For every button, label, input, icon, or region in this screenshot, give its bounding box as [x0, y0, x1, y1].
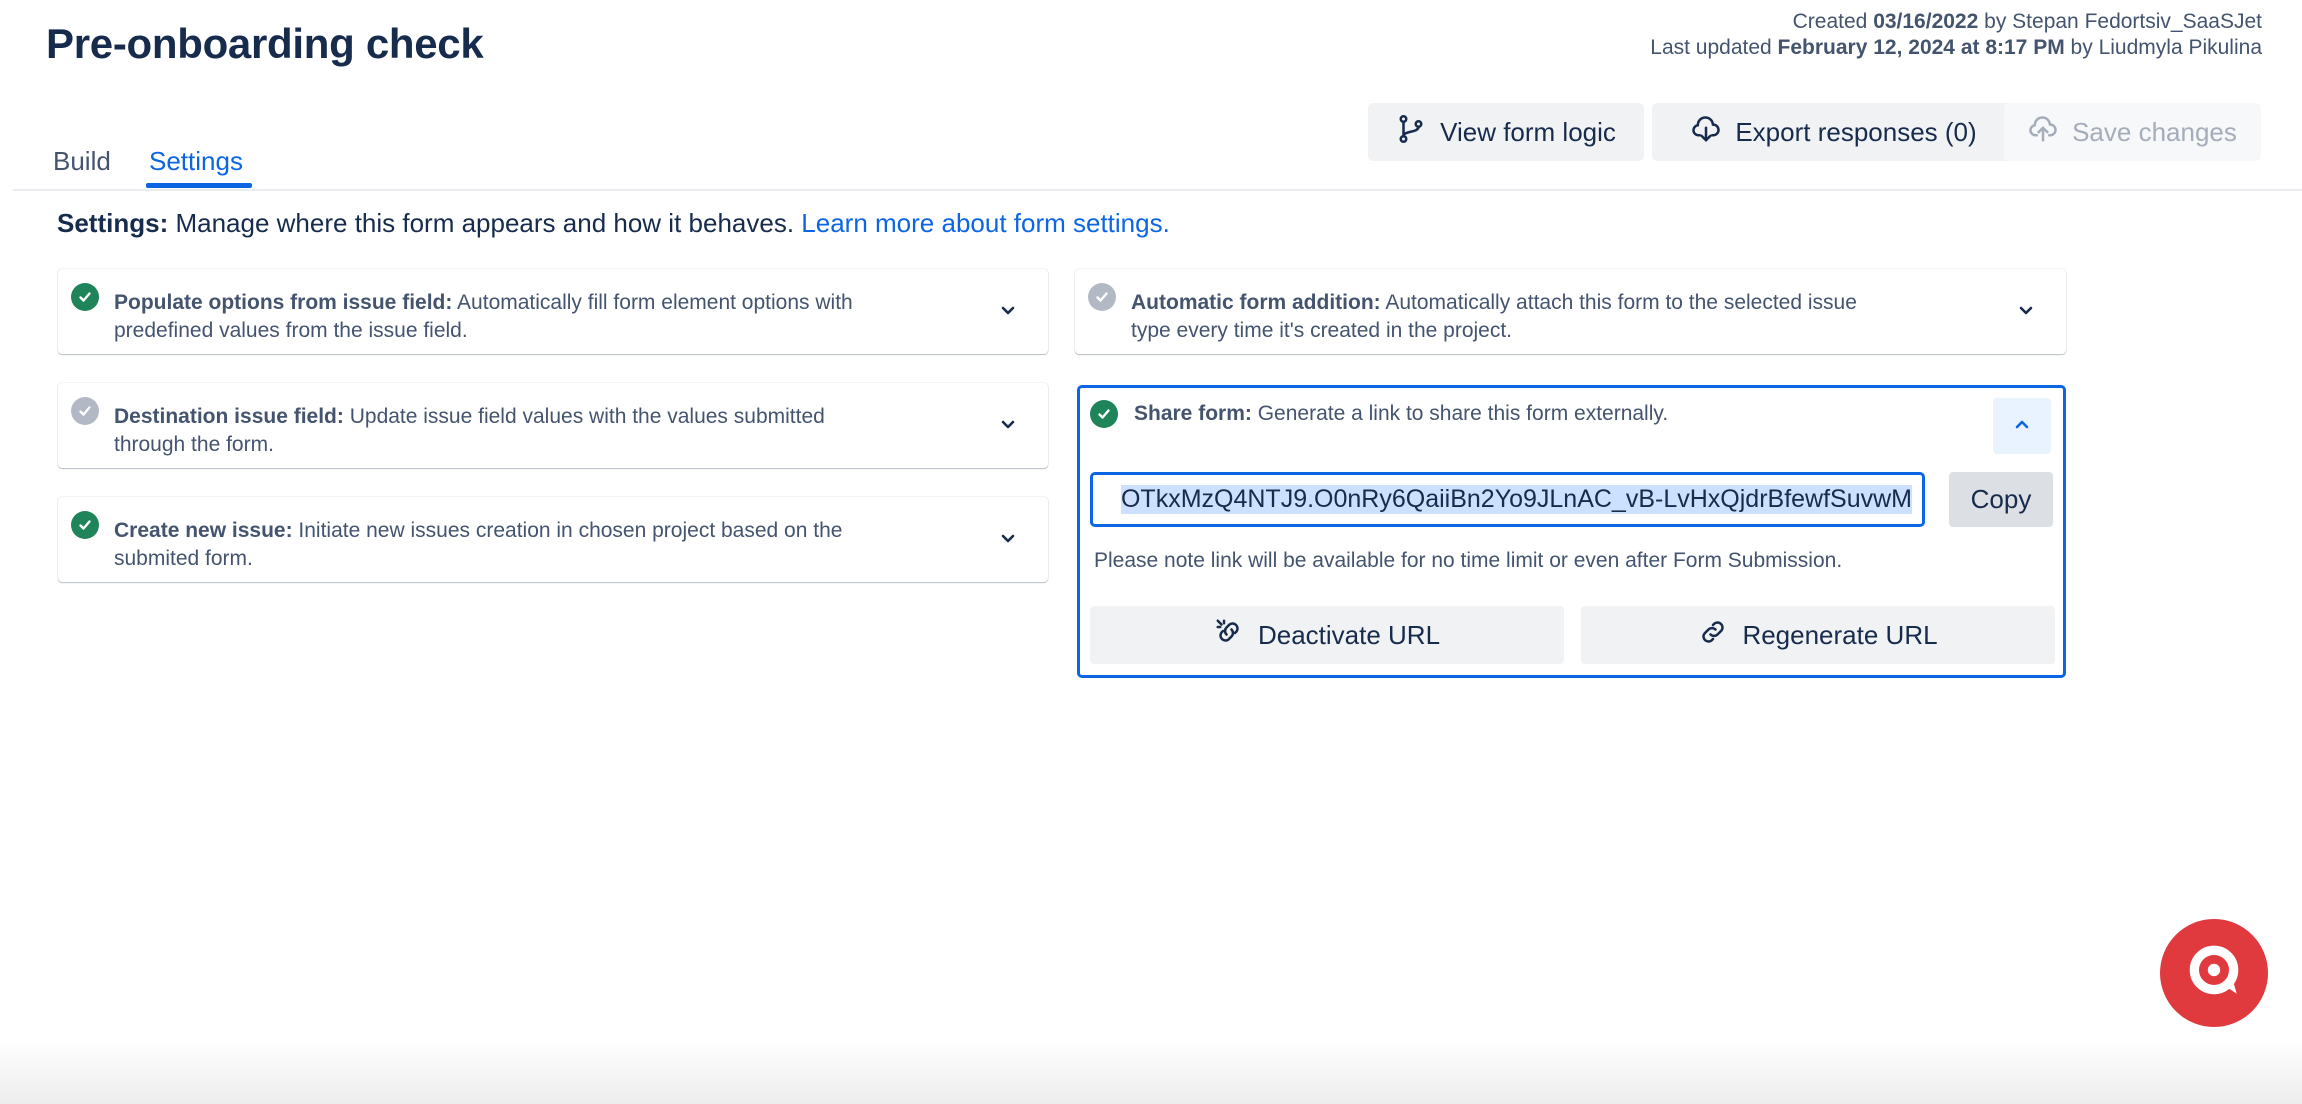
check-icon: [71, 397, 99, 425]
share-form-setting: Share form: Generate a link to share thi…: [1077, 385, 2066, 678]
view-form-logic-button[interactable]: View form logic: [1368, 103, 1644, 161]
check-icon: [71, 283, 99, 311]
view-form-logic-label: View form logic: [1440, 116, 1616, 147]
save-changes-label: Save changes: [2072, 116, 2237, 147]
create-new-issue-text: Create new issue: Initiate new issues cr…: [114, 519, 843, 570]
check-icon: [1088, 283, 1116, 311]
destination-issue-field-setting[interactable]: Destination issue field: Update issue fi…: [58, 383, 1048, 468]
check-icon: [71, 511, 99, 539]
cloud-download-icon: [1691, 114, 1721, 151]
copy-button[interactable]: Copy: [1949, 472, 2053, 527]
destination-issue-field-text: Destination issue field: Update issue fi…: [114, 405, 825, 456]
regenerate-url-label: Regenerate URL: [1742, 619, 1938, 650]
active-tab-indicator: [146, 183, 252, 188]
bottom-fade: [0, 1040, 2302, 1104]
git-branch-icon: [1396, 114, 1426, 151]
tab-settings[interactable]: Settings: [149, 146, 243, 177]
automatic-form-addition-text: Automatic form addition: Automatically a…: [1131, 291, 1857, 342]
tab-build[interactable]: Build: [53, 146, 111, 177]
updated-info: Last updated February 12, 2024 at 8:17 P…: [1650, 36, 2262, 59]
chevron-down-icon[interactable]: [998, 529, 1018, 549]
create-new-issue-setting[interactable]: Create new issue: Initiate new issues cr…: [58, 497, 1048, 582]
deactivate-url-label: Deactivate URL: [1257, 619, 1441, 650]
chevron-down-icon[interactable]: [998, 415, 1018, 435]
header-divider: [13, 189, 2302, 191]
settings-intro: Settings: Manage where this form appears…: [57, 208, 1170, 238]
check-icon: [1090, 400, 1118, 428]
export-responses-button[interactable]: Export responses (0): [1652, 103, 2016, 161]
regenerate-url-button[interactable]: Regenerate URL: [1581, 606, 2055, 664]
share-url-value: OTkxMzQ4NTJ9.O0nRy6QaiiBn2Yo9JLnAC_vB-Lv…: [1120, 485, 1912, 514]
page-title: Pre-onboarding check: [46, 20, 484, 67]
save-changes-button[interactable]: Save changes: [2004, 103, 2261, 161]
collapse-button[interactable]: [1993, 398, 2051, 454]
chat-icon: [2183, 940, 2245, 1007]
cloud-upload-icon: [2028, 114, 2058, 151]
share-note: Please note link will be available for n…: [1094, 549, 1843, 572]
populate-options-setting[interactable]: Populate options from issue field: Autom…: [58, 269, 1048, 354]
export-responses-label: Export responses (0): [1735, 116, 1977, 147]
share-form-text: Share form: Generate a link to share thi…: [1134, 402, 1669, 425]
learn-more-link[interactable]: Learn more about form settings.: [801, 208, 1170, 238]
populate-options-text: Populate options from issue field: Autom…: [114, 291, 853, 342]
automatic-form-addition-setting[interactable]: Automatic form addition: Automatically a…: [1075, 269, 2066, 354]
chevron-up-icon: [2013, 417, 2031, 435]
chevron-down-icon[interactable]: [998, 301, 1018, 321]
chat-widget-button[interactable]: [2160, 919, 2268, 1027]
deactivate-url-button[interactable]: Deactivate URL: [1090, 606, 1564, 664]
link-icon: [1698, 617, 1728, 654]
created-info: Created 03/16/2022 by Stepan Fedortsiv_S…: [1792, 10, 2262, 33]
link-broken-icon: [1214, 617, 1244, 654]
share-url-field[interactable]: OTkxMzQ4NTJ9.O0nRy6QaiiBn2Yo9JLnAC_vB-Lv…: [1090, 472, 1925, 527]
chevron-down-icon[interactable]: [2016, 301, 2036, 321]
